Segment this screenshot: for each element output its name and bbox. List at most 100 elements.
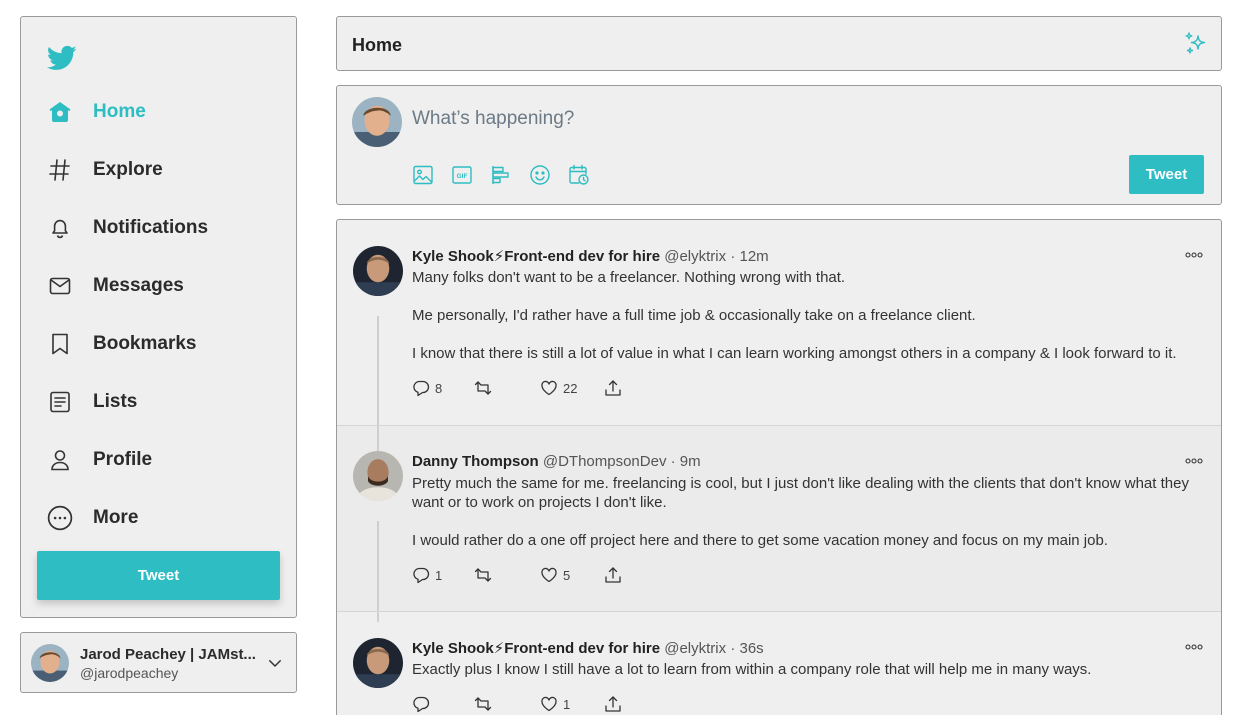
tweet-actions: 1 5	[412, 566, 712, 586]
more-dots-icon[interactable]	[1185, 644, 1203, 650]
emoji-icon[interactable]	[529, 164, 551, 186]
sidebar-item-explore[interactable]: Explore	[47, 150, 277, 190]
avatar	[353, 451, 403, 501]
sparkle-icon[interactable]	[1183, 31, 1209, 57]
compose-input[interactable]	[412, 108, 912, 130]
like-count: 1	[563, 696, 571, 712]
tweet-text-line: I would rather do a one off project here…	[412, 532, 1108, 549]
like-button[interactable]: 5	[540, 566, 570, 584]
tweet[interactable]: Danny Thompson @DThompsonDev · 9m Pretty…	[337, 425, 1221, 611]
reply-count: 1	[435, 567, 443, 583]
reply-icon	[412, 379, 430, 397]
sidebar-item-label: Profile	[93, 449, 153, 470]
poll-icon[interactable]	[490, 164, 512, 186]
sidebar-item-label: Notifications	[93, 217, 209, 238]
sidebar-item-label: More	[93, 507, 139, 528]
separator: ·	[670, 453, 676, 470]
tweet-time: 36s	[739, 640, 764, 657]
tweet-author[interactable]: Danny Thompson	[412, 453, 539, 470]
share-button[interactable]	[604, 379, 622, 397]
like-button[interactable]: 1	[540, 695, 570, 713]
tweet-handle[interactable]: @elyktrix	[664, 248, 726, 265]
sidebar-item-label: Lists	[93, 391, 138, 412]
timeline: Kyle Shook⚡Front-end dev for hire @elykt…	[336, 219, 1222, 715]
account-switcher[interactable]: Jarod Peachey | JAMst... @jarodpeachey	[20, 632, 297, 693]
tweet-header: Kyle Shook⚡Front-end dev for hire @elykt…	[412, 639, 764, 657]
hashtag-icon	[47, 157, 73, 183]
bell-icon	[47, 215, 73, 241]
reply-button[interactable]: 1	[412, 566, 442, 584]
like-count: 22	[563, 380, 578, 396]
thread-line	[377, 521, 379, 611]
share-button[interactable]	[604, 566, 622, 584]
sidebar-item-lists[interactable]: Lists	[47, 382, 277, 422]
heart-icon	[540, 566, 558, 584]
sidebar-item-notifications[interactable]: Notifications	[47, 208, 277, 248]
svg-text:GIF: GIF	[457, 173, 468, 180]
more-dots-icon[interactable]	[1185, 458, 1203, 464]
heart-icon	[540, 695, 558, 713]
retweet-button[interactable]	[474, 566, 492, 584]
tweet-text-line: I know that there is still a lot of valu…	[412, 345, 1177, 362]
tweet-author[interactable]: Kyle Shook⚡Front-end dev for hire	[412, 640, 660, 657]
tweet-author[interactable]: Kyle Shook⚡Front-end dev for hire	[412, 248, 660, 265]
sidebar-item-messages[interactable]: Messages	[47, 266, 277, 306]
more-circle-icon	[47, 505, 73, 531]
home-header: Home	[336, 16, 1222, 71]
thread-line	[377, 612, 379, 622]
thread-line	[377, 316, 379, 425]
retweet-icon	[474, 695, 492, 713]
tweet-text-line: Many folks don't want to be a freelancer…	[412, 269, 846, 286]
list-icon	[47, 389, 73, 415]
bird-icon[interactable]	[47, 43, 77, 73]
tweet-actions: 1	[412, 695, 712, 715]
sidebar-item-bookmarks[interactable]: Bookmarks	[47, 324, 277, 364]
tweet-handle[interactable]: @elyktrix	[664, 640, 726, 657]
tweet[interactable]: Kyle Shook⚡Front-end dev for hire @elykt…	[337, 220, 1221, 425]
sidebar-item-label: Bookmarks	[93, 333, 197, 354]
retweet-button[interactable]	[474, 379, 492, 397]
more-dots-icon[interactable]	[1185, 252, 1203, 258]
home-icon	[47, 99, 73, 125]
sidebar-tweet-button[interactable]: Tweet	[37, 551, 280, 600]
envelope-icon	[47, 273, 73, 299]
reply-button[interactable]: 8	[412, 379, 442, 397]
reply-button[interactable]	[412, 695, 430, 713]
page-title: Home	[352, 35, 403, 55]
compose-tweet-button[interactable]: Tweet	[1129, 155, 1204, 194]
avatar	[353, 638, 403, 688]
avatar	[352, 97, 402, 147]
gif-icon[interactable]: GIF	[451, 164, 473, 186]
avatar	[31, 644, 69, 682]
like-button[interactable]: 22	[540, 379, 577, 397]
share-icon	[604, 566, 622, 584]
person-icon	[47, 447, 73, 473]
tweet-text-line: Pretty much the same for me. freelancing…	[412, 475, 1189, 511]
reply-icon	[412, 566, 430, 584]
tweet-text-line: Me personally, I'd rather have a full ti…	[412, 307, 976, 324]
tweet-text-line: Exactly plus I know I still have a lot t…	[412, 661, 1092, 678]
reply-count: 8	[435, 380, 443, 396]
retweet-icon	[474, 379, 492, 397]
bookmark-icon	[47, 331, 73, 357]
compose-toolbar: GIF	[412, 164, 607, 186]
schedule-icon[interactable]	[568, 164, 590, 186]
chevron-down-icon[interactable]	[266, 654, 284, 672]
tweet-actions: 8 22	[412, 379, 712, 399]
tweet-handle[interactable]: @DThompsonDev	[543, 453, 667, 470]
tweet[interactable]: Kyle Shook⚡Front-end dev for hire @elykt…	[337, 611, 1221, 715]
sidebar-item-profile[interactable]: Profile	[47, 440, 277, 480]
retweet-button[interactable]	[474, 695, 492, 713]
share-icon	[604, 695, 622, 713]
heart-icon	[540, 379, 558, 397]
share-button[interactable]	[604, 695, 622, 713]
account-handle: @jarodpeachey	[80, 665, 179, 681]
image-icon[interactable]	[412, 164, 434, 186]
reply-icon	[412, 695, 430, 713]
like-count: 5	[563, 567, 571, 583]
sidebar-item-home[interactable]: Home	[47, 92, 277, 132]
sidebar: Home Explore Notifications Messages Book…	[20, 16, 297, 618]
sidebar-item-more[interactable]: More	[47, 498, 277, 538]
tweet-header: Kyle Shook⚡Front-end dev for hire @elykt…	[412, 247, 769, 265]
tweet-header: Danny Thompson @DThompsonDev · 9m	[412, 453, 701, 470]
